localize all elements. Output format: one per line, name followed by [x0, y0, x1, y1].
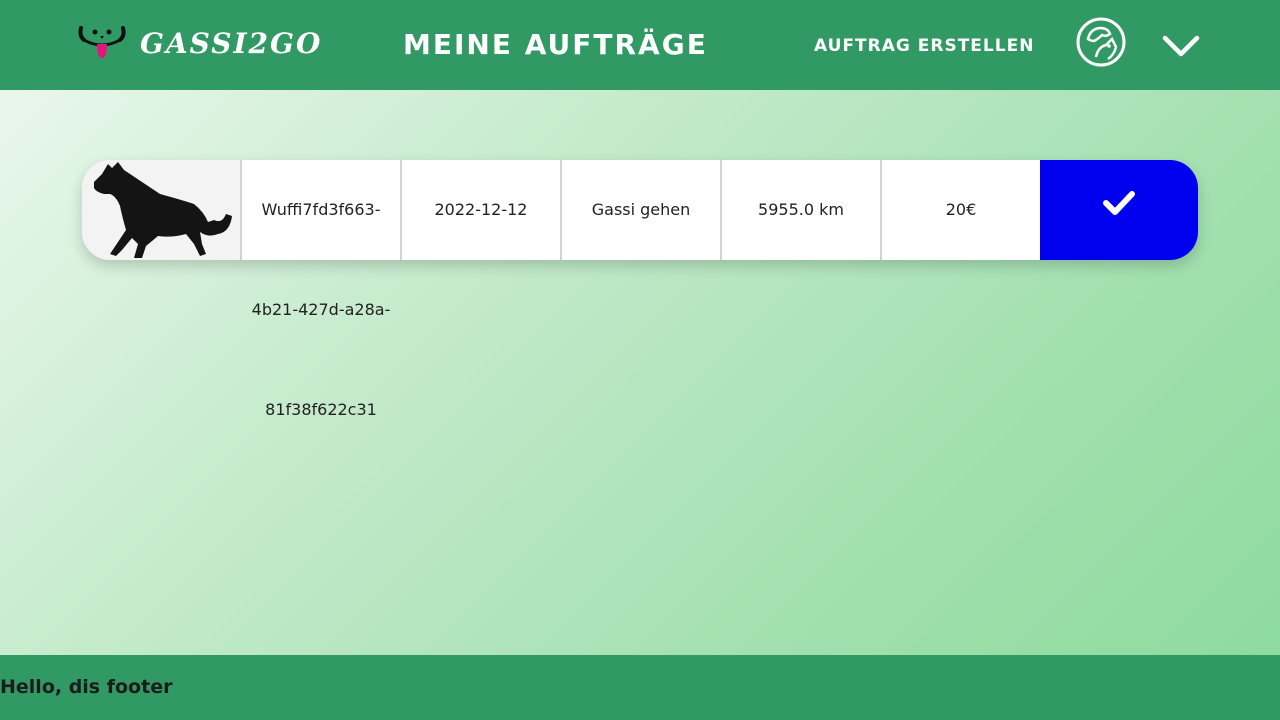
order-date: 2022-12-12 — [402, 160, 562, 260]
checkmark-icon — [1103, 191, 1135, 215]
dog-silhouette-icon — [94, 162, 232, 258]
user-avatar-icon[interactable] — [1076, 17, 1126, 67]
order-row: Wuffi7fd3f663- 4b21-427d-a28a- 81f38f622… — [82, 160, 1198, 419]
dog-id-line-3: 81f38f622c31 — [265, 400, 377, 419]
brand-name[interactable]: GASSI2GO — [140, 26, 322, 62]
order-distance: 5955.0 km — [722, 160, 882, 260]
top-navbar: GASSI2GO MEINE AUFTRÄGE AUFTRAG ERSTELLE… — [0, 0, 1280, 90]
order-price: 20€ — [882, 160, 1040, 260]
dog-face-icon[interactable] — [78, 24, 126, 62]
page-title: MEINE AUFTRÄGE — [403, 28, 708, 61]
dog-image — [82, 160, 242, 260]
order-service: Gassi gehen — [562, 160, 722, 260]
dog-id-cell: Wuffi7fd3f663- 4b21-427d-a28a- 81f38f622… — [242, 160, 402, 419]
footer: Hello, dis footer — [0, 655, 1280, 720]
footer-text: Hello, dis footer — [0, 676, 173, 698]
confirm-order-button[interactable] — [1040, 160, 1198, 260]
chevron-down-icon[interactable] — [1160, 30, 1202, 60]
dog-id-line-2: 4b21-427d-a28a- — [251, 300, 391, 319]
dog-id-line-1: Wuffi7fd3f663- — [261, 200, 381, 219]
create-order-link[interactable]: AUFTRAG ERSTELLEN — [814, 35, 1034, 57]
